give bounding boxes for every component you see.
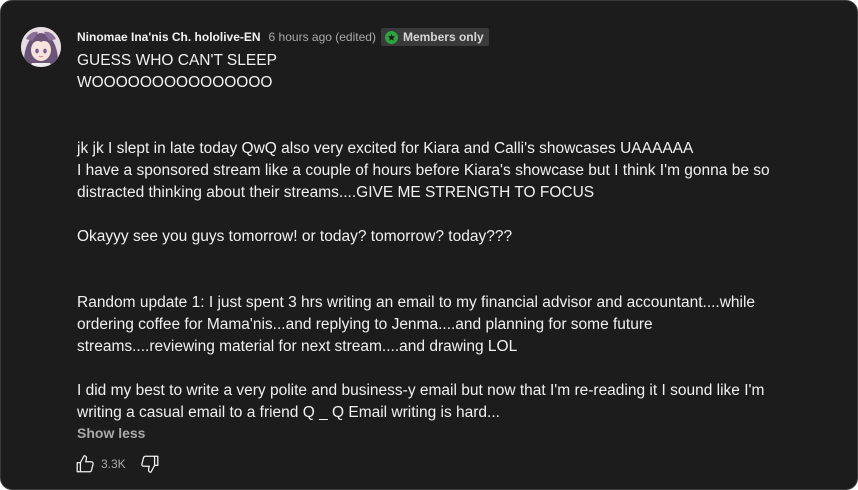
members-only-badge: Members only — [380, 28, 489, 46]
like-button[interactable] — [73, 452, 97, 476]
comment-line: Okayyy see you guys tomorrow! or today? … — [77, 228, 513, 245]
show-less-button[interactable]: Show less — [77, 425, 145, 441]
comment-line: distracted thinking about their streams.… — [77, 184, 595, 201]
comment-line: jk jk I slept in late today QwQ also ver… — [77, 140, 694, 157]
badge-label: Members only — [402, 30, 484, 44]
comment-line: WOOOOOOOOOOOOOOO — [77, 74, 273, 91]
comment-line: writing a casual email to a friend Q _ Q… — [77, 404, 500, 421]
comment-line: I have a sponsored stream like a couple … — [77, 162, 770, 179]
thumbs-down-icon — [140, 455, 159, 473]
dislike-button[interactable] — [138, 452, 162, 476]
comment-actions: 3.3K — [73, 452, 162, 476]
avatar[interactable] — [21, 27, 61, 67]
like-count: 3.3K — [101, 457, 126, 471]
timestamp[interactable]: 6 hours ago (edited) — [269, 30, 376, 44]
membership-icon — [384, 30, 398, 44]
thumbs-up-icon — [76, 455, 94, 473]
comment-text: GUESS WHO CAN'T SLEEP WOOOOOOOOOOOOOOO j… — [77, 50, 817, 424]
comment-header: Ninomae Ina'nis Ch. hololive-EN 6 hours … — [77, 28, 489, 46]
comment-line: Random update 1: I just spent 3 hrs writ… — [77, 294, 756, 311]
avatar-image — [21, 27, 61, 67]
comment-line: streams....reviewing material for next s… — [77, 338, 518, 355]
comment-line: I did my best to write a very polite and… — [77, 382, 765, 399]
comment-line: ordering coffee for Mama'nis...and reply… — [77, 316, 653, 333]
comment-card: Ninomae Ina'nis Ch. hololive-EN 6 hours … — [0, 0, 858, 490]
author-name[interactable]: Ninomae Ina'nis Ch. hololive-EN — [77, 30, 261, 44]
comment-line: GUESS WHO CAN'T SLEEP — [77, 52, 277, 69]
